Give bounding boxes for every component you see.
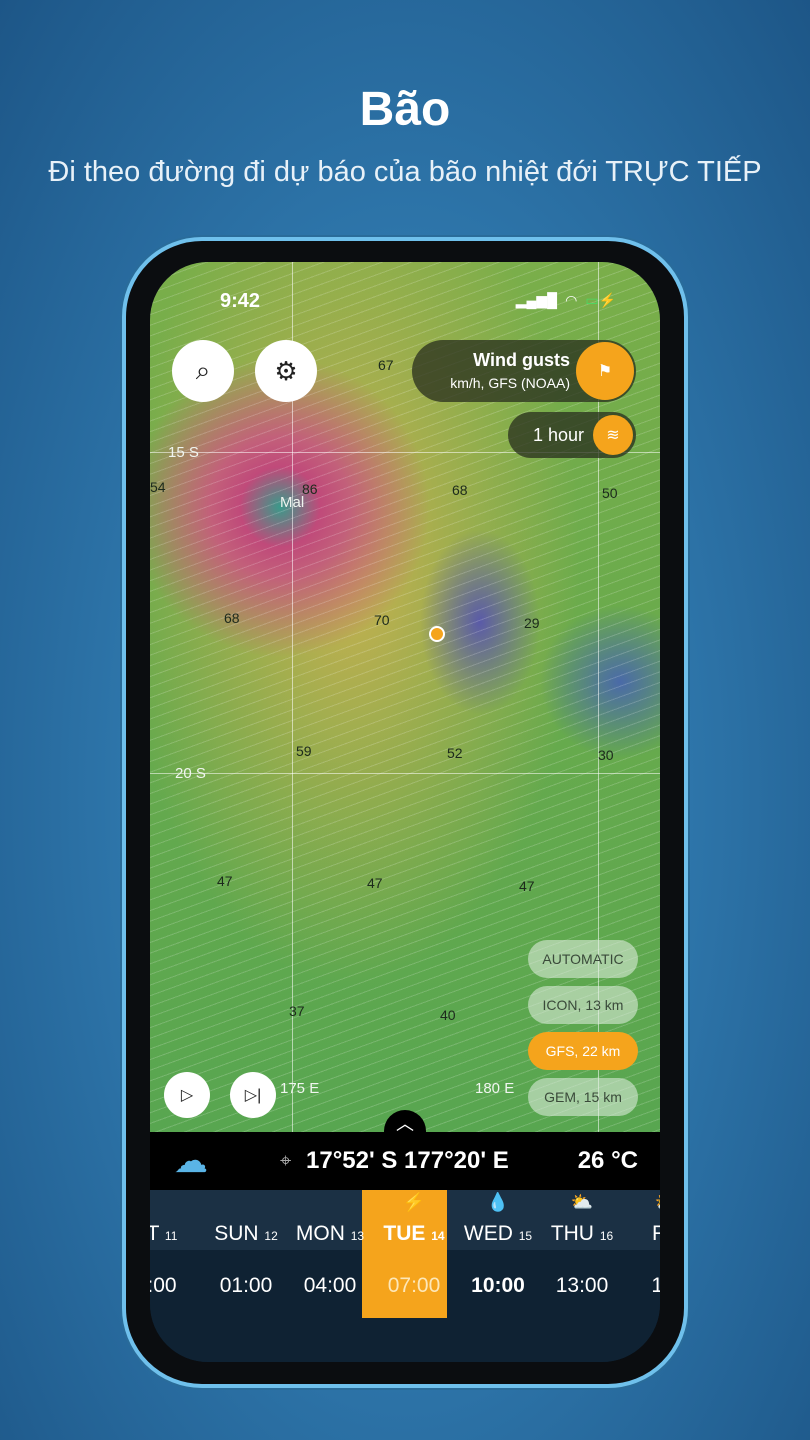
model-gfs[interactable]: GFS, 22 km <box>528 1032 638 1070</box>
step-forward-button[interactable]: ▷| <box>230 1072 276 1118</box>
layer-selector[interactable]: Wind gusts km/h, GFS (NOAA) ⚑ <box>412 340 636 402</box>
app-screen: 15 S 20 S 175 E 180 E Mal 67 54 86 68 50 68 70… <box>150 262 660 1362</box>
wind-value-label: 70 <box>374 612 390 628</box>
time-label: :00 <box>150 1274 177 1297</box>
wind-value-label: 68 <box>452 482 468 498</box>
weather-icon: ⛅ <box>624 1192 660 1213</box>
wind-value-label: 47 <box>367 875 383 891</box>
status-time: 9:42 <box>220 290 261 312</box>
play-icon: ▷ <box>180 1087 194 1104</box>
time-label: 01:00 <box>219 1274 273 1297</box>
time-label: 04:00 <box>303 1274 357 1297</box>
wind-value-label: 47 <box>217 873 233 889</box>
timeline-item[interactable]: 💧 WED 15 10:00 <box>456 1190 540 1362</box>
day-number: 16 <box>599 1229 614 1243</box>
day-label: THU <box>550 1222 594 1245</box>
coordinates: 17°52' S 177°20' E <box>306 1147 509 1174</box>
gear-icon: ⚙ <box>274 355 298 386</box>
timeline-item[interactable]: MON 13 04:00 <box>288 1190 372 1362</box>
temperature: 26 °C <box>577 1147 638 1174</box>
day-number: 13 <box>350 1229 365 1243</box>
location-icon: ⌖ <box>280 1149 292 1172</box>
lon-label: 175 E <box>280 1080 320 1097</box>
storm-label[interactable]: Mal <box>280 494 304 511</box>
wind-value-label: 67 <box>378 357 394 373</box>
timeline-item[interactable]: ⚡ TUE 14 07:00 <box>372 1190 456 1362</box>
wifi-icon: ◠ <box>565 292 578 308</box>
wind-value-label: 52 <box>447 745 463 761</box>
weather-icon: ⛅ <box>570 1192 594 1212</box>
weather-map[interactable]: 15 S 20 S 175 E 180 E Mal 67 54 86 68 50 68 70… <box>150 262 660 1146</box>
location-marker[interactable] <box>429 626 445 642</box>
day-label: MON <box>295 1222 345 1245</box>
cloud-icon: ☁ <box>174 1142 208 1180</box>
weather-icon: ⚡ <box>402 1192 426 1212</box>
day-label: TUE <box>383 1222 426 1245</box>
weather-icon: 💧 <box>486 1192 510 1212</box>
interval-selector[interactable]: 1 hour ≋ <box>508 412 636 458</box>
wind-value-label: 54 <box>150 479 166 495</box>
model-automatic[interactable]: AUTOMATIC <box>528 940 638 978</box>
page-title: Bão <box>359 83 451 136</box>
page-subtitle: Đi theo đường đi dự báo của bão nhiệt đớ… <box>48 156 762 188</box>
layer-detail: km/h, GFS (NOAA) <box>450 375 570 391</box>
interval-label: 1 hour <box>532 425 584 445</box>
wind-value-label: 30 <box>598 747 614 763</box>
info-bar: ☁ ⌖ 17°52' S 177°20' E 26 °C <box>150 1132 660 1190</box>
play-button[interactable]: ▷ <box>164 1072 210 1118</box>
day-number: 15 <box>518 1229 533 1243</box>
day-label: SUN <box>214 1222 259 1245</box>
wind-value-label: 50 <box>602 485 618 501</box>
lat-label: 15 S <box>168 444 199 461</box>
timeline-item[interactable]: ⛅ FR 16: <box>624 1190 660 1362</box>
wind-icon: ⚑ <box>576 342 634 400</box>
layer-name: Wind gusts <box>473 350 570 370</box>
day-label: FR <box>652 1222 660 1245</box>
wind-value-label: 86 <box>302 481 318 497</box>
wind-value-label: 29 <box>524 615 540 631</box>
timeline-item[interactable]: ⛅ THU 16 13:00 <box>540 1190 624 1362</box>
lat-label: 20 S <box>175 765 206 782</box>
timeline-item[interactable]: SUN 12 01:00 <box>204 1190 288 1362</box>
wind-value-label: 68 <box>224 610 240 626</box>
day-number: 11 <box>164 1229 178 1243</box>
timeline-item[interactable]: T 11 :00 <box>150 1190 204 1362</box>
time-label: 16: <box>651 1274 660 1297</box>
day-number: 14 <box>431 1229 445 1243</box>
lon-label: 180 E <box>475 1080 515 1097</box>
battery-icon: ▭⚡ <box>585 292 616 308</box>
wind-value-label: 59 <box>296 743 312 759</box>
model-icon[interactable]: ICON, 13 km <box>528 986 638 1024</box>
wind-value-label: 37 <box>289 1003 305 1019</box>
model-gem[interactable]: GEM, 15 km <box>528 1078 638 1116</box>
time-label: 07:00 <box>387 1274 441 1297</box>
skip-icon: ▷| <box>244 1087 262 1104</box>
grid-line <box>150 773 660 774</box>
wind-value-label: 47 <box>519 878 535 894</box>
signal-icon: ▂▄▆█ <box>515 292 558 308</box>
day-label: WED <box>463 1222 513 1245</box>
settings-button[interactable]: ⚙ <box>255 340 317 402</box>
day-number: 12 <box>264 1229 278 1243</box>
wind-value-label: 40 <box>440 1007 456 1023</box>
day-label: T <box>150 1222 160 1245</box>
time-label: 10:00 <box>471 1274 525 1297</box>
time-label: 13:00 <box>555 1274 609 1297</box>
search-button[interactable]: ⌕ <box>172 340 234 402</box>
search-icon: ⌕ <box>195 355 211 385</box>
layers-icon: ≋ <box>593 415 633 455</box>
